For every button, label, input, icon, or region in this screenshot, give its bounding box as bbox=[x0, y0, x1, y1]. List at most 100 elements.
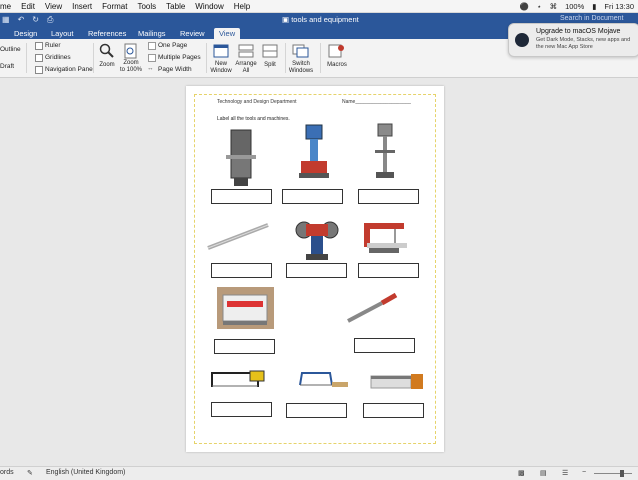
proofing-icon[interactable]: ✎ bbox=[27, 469, 33, 477]
print-layout-icon[interactable]: ▩ bbox=[518, 469, 525, 477]
answer-box[interactable] bbox=[354, 338, 415, 353]
tab-design[interactable]: Design bbox=[14, 28, 37, 39]
answer-box[interactable] bbox=[211, 402, 272, 417]
menu-help[interactable]: Help bbox=[234, 2, 250, 11]
arrange-all-icon[interactable] bbox=[238, 44, 254, 58]
zoom-label: Zoom bbox=[99, 62, 115, 68]
menu-edit[interactable]: Edit bbox=[21, 2, 35, 11]
outline-button[interactable]: Outline bbox=[0, 46, 21, 53]
zoom-slider-thumb[interactable] bbox=[620, 470, 624, 477]
document-title: ▣ tools and equipment bbox=[282, 15, 359, 24]
split-icon[interactable] bbox=[262, 44, 278, 58]
macros-icon[interactable] bbox=[328, 44, 346, 58]
department-header: Technology and Design Department bbox=[217, 99, 297, 105]
tab-layout[interactable]: Layout bbox=[51, 28, 74, 39]
save-icon[interactable]: ▦ bbox=[2, 15, 10, 25]
multiple-pages-icon[interactable] bbox=[148, 54, 156, 62]
one-page-button[interactable]: One Page bbox=[158, 42, 187, 49]
gridlines-label: Gridlines bbox=[45, 54, 71, 61]
coping-saw-image bbox=[299, 372, 348, 387]
tab-review[interactable]: Review bbox=[180, 28, 205, 39]
answer-box[interactable] bbox=[211, 189, 272, 204]
menubar-clock[interactable]: Fri 13:30 bbox=[604, 2, 634, 11]
status-bar: ords ✎ English (United Kingdom) ▩ ▤ ☰ − bbox=[0, 466, 638, 480]
outline-view-icon[interactable]: ☰ bbox=[562, 469, 568, 477]
new-window-icon[interactable] bbox=[213, 44, 229, 58]
zoom-slider[interactable] bbox=[594, 473, 632, 474]
notification-body: Get Dark Mode, Stacks, new apps and the … bbox=[536, 37, 631, 50]
menu-insert[interactable]: Insert bbox=[72, 2, 92, 11]
page-width-icon[interactable]: ↔ bbox=[147, 65, 154, 72]
zoom-100-icon[interactable] bbox=[124, 43, 138, 59]
notification-title: Upgrade to macOS Mojave bbox=[536, 28, 621, 35]
bandsaw-image bbox=[226, 129, 256, 186]
navigation-pane-checkbox[interactable] bbox=[35, 66, 43, 74]
ribbon-divider bbox=[93, 43, 94, 73]
new-window-label: New Window bbox=[210, 61, 232, 74]
menu-word[interactable]: me bbox=[0, 2, 11, 11]
steel-rule-image bbox=[207, 223, 269, 250]
print-icon[interactable]: ⎙ bbox=[47, 15, 53, 25]
macros-label: Macros bbox=[327, 62, 347, 68]
web-layout-icon[interactable]: ▤ bbox=[540, 469, 547, 477]
answer-box[interactable] bbox=[286, 263, 347, 278]
file-image bbox=[347, 292, 398, 323]
battery-percent: 100% bbox=[565, 1, 585, 11]
wifi-icon[interactable]: ⌘ bbox=[550, 2, 558, 11]
multiple-pages-button[interactable]: Multiple Pages bbox=[158, 54, 201, 61]
switch-windows-icon[interactable] bbox=[292, 44, 310, 58]
language-indicator[interactable]: English (United Kingdom) bbox=[46, 469, 125, 476]
strip-heater-image bbox=[217, 287, 274, 329]
page-width-button[interactable]: Page Width bbox=[158, 66, 192, 73]
answer-box[interactable] bbox=[211, 263, 272, 278]
zoom-100-label: Zoom to 100% bbox=[119, 60, 143, 73]
answer-box[interactable] bbox=[363, 403, 424, 418]
battery-icon[interactable]: ▮ bbox=[592, 2, 596, 11]
name-field-label: Name____________________ bbox=[342, 99, 411, 105]
zoom-icon[interactable] bbox=[99, 43, 115, 59]
macos-menubar: me Edit View Insert Format Tools Table W… bbox=[0, 0, 638, 13]
draft-button[interactable]: Draft bbox=[0, 63, 14, 70]
menu-window[interactable]: Window bbox=[195, 2, 223, 11]
tab-view[interactable]: View bbox=[214, 28, 241, 39]
redo-icon[interactable]: ↻ bbox=[32, 15, 39, 25]
menu-view[interactable]: View bbox=[45, 2, 62, 11]
drill-press-image bbox=[375, 123, 395, 178]
zoom-out-icon[interactable]: − bbox=[582, 469, 586, 476]
ruler-checkbox[interactable] bbox=[35, 42, 43, 50]
navigation-pane-label: Navigation Pane bbox=[45, 66, 93, 73]
hacksaw-image bbox=[211, 370, 265, 387]
search-input[interactable]: Search in Document bbox=[560, 15, 623, 22]
answer-box[interactable] bbox=[358, 263, 419, 278]
bluetooth-icon[interactable]: ⋆ bbox=[537, 2, 542, 11]
menu-tools[interactable]: Tools bbox=[137, 2, 156, 11]
pillar-drill-image bbox=[299, 124, 329, 178]
word-count[interactable]: ords bbox=[0, 469, 14, 476]
ribbon-divider bbox=[320, 43, 321, 73]
answer-box[interactable] bbox=[214, 339, 275, 354]
scroll-saw-image bbox=[364, 223, 407, 253]
word-doc-icon: ▣ bbox=[282, 15, 290, 24]
undo-icon[interactable]: ↶ bbox=[18, 15, 25, 25]
tab-mailings[interactable]: Mailings bbox=[138, 28, 166, 39]
bench-grinder-image bbox=[295, 221, 339, 260]
one-page-icon[interactable] bbox=[148, 42, 156, 50]
ribbon-divider bbox=[26, 43, 27, 73]
answer-box[interactable] bbox=[282, 189, 343, 204]
document-page[interactable]: Technology and Design Department Name___… bbox=[186, 86, 444, 452]
shield-icon[interactable]: ⚫ bbox=[520, 2, 529, 11]
tenon-saw-image bbox=[370, 374, 423, 389]
tab-references[interactable]: References bbox=[88, 28, 126, 39]
menu-table[interactable]: Table bbox=[166, 2, 185, 11]
gridlines-checkbox[interactable] bbox=[35, 54, 43, 62]
instruction-text: Label all the tools and machines. bbox=[217, 116, 290, 122]
split-label: Split bbox=[264, 62, 276, 68]
mojave-icon bbox=[515, 33, 529, 47]
switch-windows-label: Switch Windows bbox=[288, 61, 314, 74]
menu-format[interactable]: Format bbox=[102, 2, 127, 11]
ruler-label: Ruler bbox=[45, 42, 61, 49]
arrange-all-label: Arrange All bbox=[235, 61, 257, 74]
answer-box[interactable] bbox=[286, 403, 347, 418]
answer-box[interactable] bbox=[358, 189, 419, 204]
macos-notification[interactable]: Upgrade to macOS Mojave Get Dark Mode, S… bbox=[508, 23, 638, 57]
